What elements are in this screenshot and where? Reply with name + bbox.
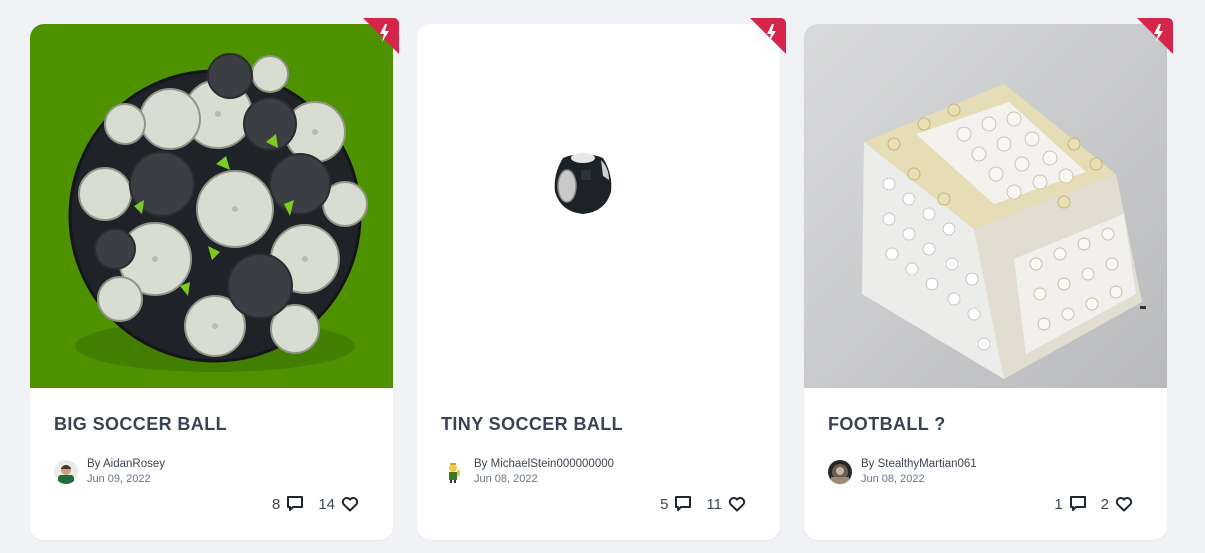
creation-stats: 8 14 — [272, 495, 359, 513]
comment-count: 1 — [1054, 495, 1063, 513]
creation-thumbnail[interactable] — [30, 24, 393, 388]
heart-icon[interactable] — [728, 495, 746, 513]
tiny-soccer-ball-image — [417, 24, 780, 388]
creation-card[interactable]: BIG SOCCER BALL By AidanRosey Jun 09, 20… — [30, 18, 399, 540]
creation-title[interactable]: FOOTBALL ? — [828, 414, 946, 435]
author-name[interactable]: By AidanRosey — [87, 458, 165, 470]
author-info[interactable]: By StealthyMartian061 Jun 08, 2022 — [828, 458, 977, 485]
speech-bubble-icon[interactable] — [286, 495, 304, 513]
creation-card[interactable]: TINY SOCCER BALL By MichaelStein00000000… — [417, 18, 786, 540]
creation-card[interactable]: FOOTBALL ? By StealthyMartian061 Jun 08,… — [804, 18, 1173, 540]
creation-title[interactable]: BIG SOCCER BALL — [54, 414, 227, 435]
comment-count: 5 — [660, 495, 669, 513]
author-info[interactable]: By MichaelStein000000000 Jun 08, 2022 — [441, 458, 614, 485]
author-name[interactable]: By StealthyMartian061 — [861, 458, 977, 470]
creation-thumbnail[interactable] — [804, 24, 1167, 388]
like-count: 2 — [1100, 495, 1109, 513]
lightning-bolt-icon — [750, 18, 786, 54]
heart-icon[interactable] — [341, 495, 359, 513]
speech-bubble-icon[interactable] — [1069, 495, 1087, 513]
avatar[interactable] — [828, 459, 852, 484]
author-meta: By MichaelStein000000000 Jun 08, 2022 — [474, 458, 614, 485]
author-info[interactable]: By AidanRosey Jun 09, 2022 — [54, 458, 165, 485]
creation-title[interactable]: TINY SOCCER BALL — [441, 414, 623, 435]
publish-date: Jun 09, 2022 — [87, 473, 151, 485]
creations-grid: BIG SOCCER BALL By AidanRosey Jun 09, 20… — [30, 18, 1173, 540]
heart-icon[interactable] — [1115, 495, 1133, 513]
lightning-bolt-icon — [1137, 18, 1173, 54]
speech-bubble-icon[interactable] — [674, 495, 692, 513]
soccer-ball-image — [30, 24, 393, 388]
creation-stats: 5 11 — [660, 495, 746, 513]
like-count: 11 — [706, 495, 722, 513]
comment-count: 8 — [271, 495, 281, 513]
creation-thumbnail[interactable] — [417, 24, 780, 388]
like-count: 14 — [318, 495, 335, 513]
avatar[interactable] — [54, 459, 78, 484]
brick-cube-image — [804, 24, 1167, 388]
publish-date: Jun 08, 2022 — [861, 473, 925, 485]
lightning-bolt-icon — [363, 18, 399, 54]
avatar[interactable] — [441, 459, 465, 484]
author-meta: By StealthyMartian061 Jun 08, 2022 — [861, 458, 977, 485]
creation-stats: 1 2 — [1054, 495, 1133, 513]
author-name[interactable]: By MichaelStein000000000 — [474, 458, 614, 470]
author-meta: By AidanRosey Jun 09, 2022 — [87, 458, 165, 485]
publish-date: Jun 08, 2022 — [474, 473, 538, 485]
